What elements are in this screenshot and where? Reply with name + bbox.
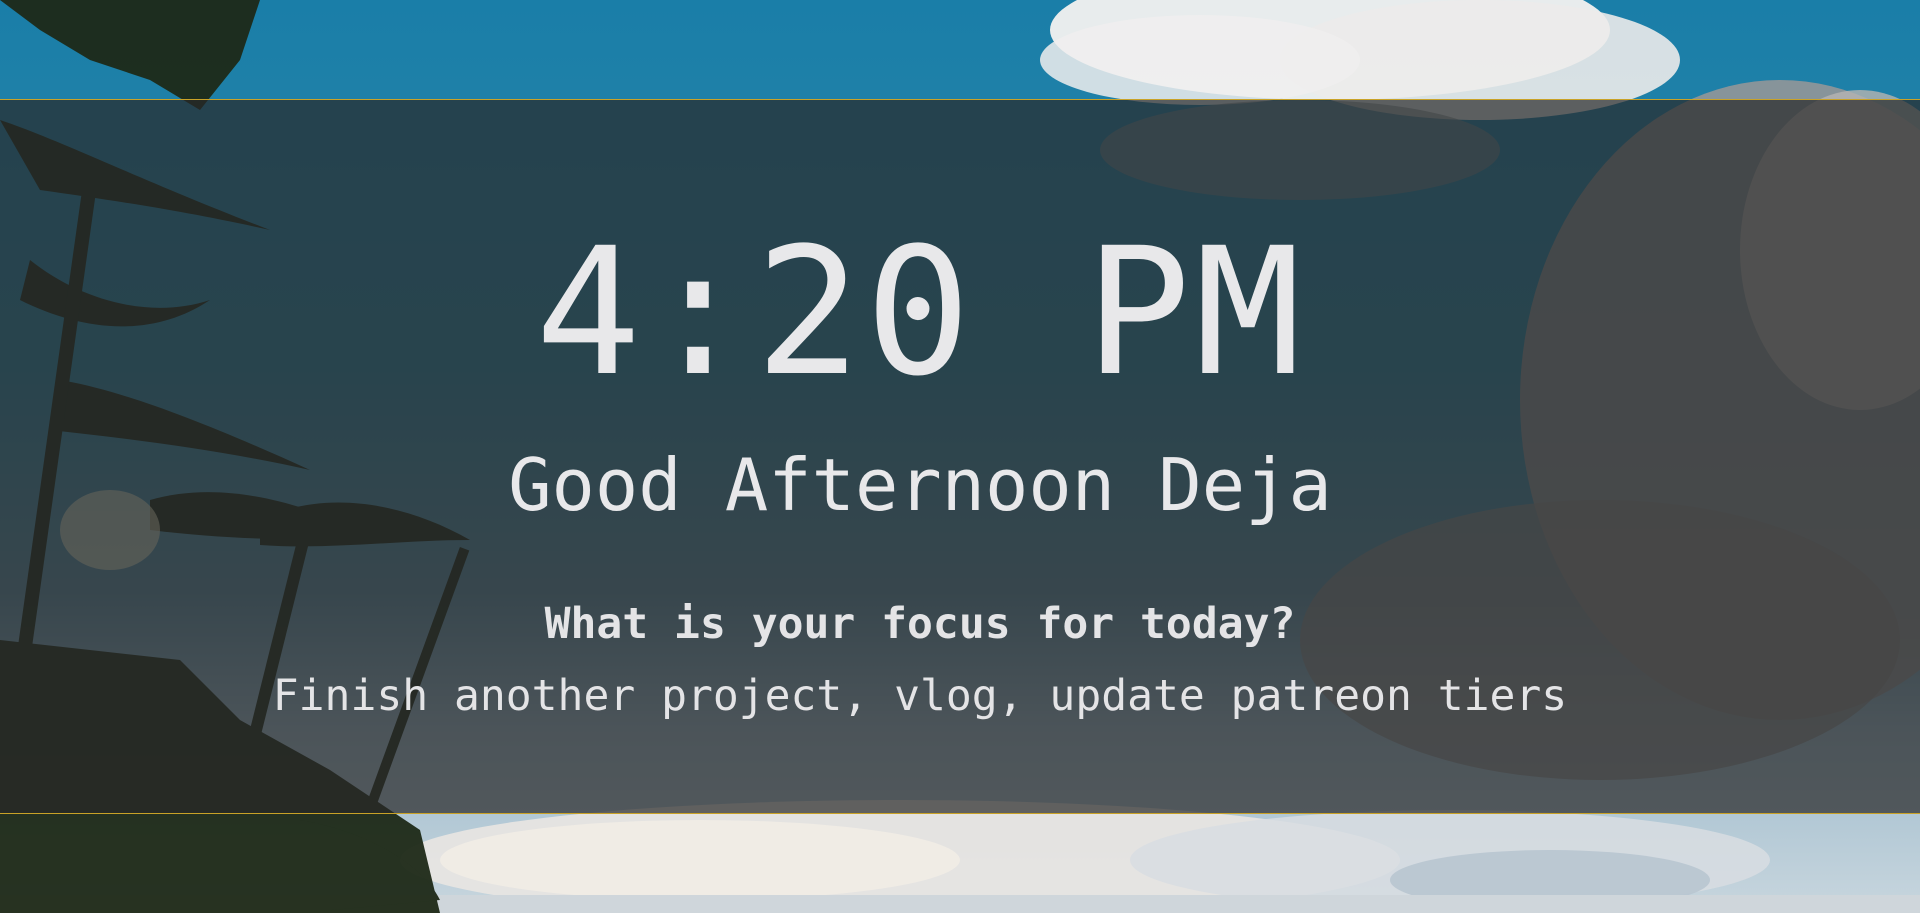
focus-question: What is your focus for today? [544, 599, 1296, 649]
focus-input[interactable]: Finish another project, vlog, update pat… [0, 668, 1880, 724]
clock-time: 4:20 PM [535, 210, 1305, 415]
greeting-text: Good Afternoon Deja [508, 443, 1332, 527]
